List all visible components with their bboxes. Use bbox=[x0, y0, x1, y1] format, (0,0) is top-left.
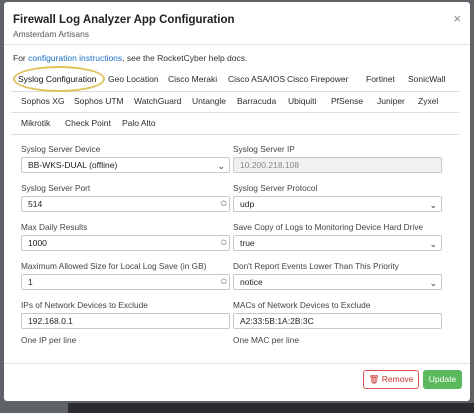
chevron-down-icon: ⌄ bbox=[217, 161, 225, 171]
tab-untangle[interactable]: Untangle bbox=[192, 96, 226, 106]
syslog-port-label: Syslog Server Port bbox=[21, 183, 91, 193]
tab-barracuda[interactable]: Barracuda bbox=[237, 96, 276, 106]
syslog-device-select[interactable]: BB-WKS-DUAL (offline) ⌄ bbox=[21, 157, 230, 173]
help-suffix: , see the RocketCyber help docs. bbox=[122, 53, 248, 63]
config-modal: Firewall Log Analyzer App Configuration … bbox=[4, 2, 470, 401]
tab-geo-location[interactable]: Geo Location bbox=[108, 74, 159, 84]
min-level-label: Don't Report Events Lower Than This Prio… bbox=[233, 261, 399, 271]
exclude-ips-value: 192.168.0.1 bbox=[28, 316, 73, 326]
syslog-port-value: 514 bbox=[28, 199, 43, 209]
exclude-ips-label: IPs of Network Devices to Exclude bbox=[21, 300, 148, 310]
modal-title: Firewall Log Analyzer App Configuration bbox=[13, 14, 235, 26]
tab-row-divider bbox=[11, 134, 459, 135]
tab-palo-alto[interactable]: Palo Alto bbox=[122, 118, 156, 128]
exclude-macs-textarea[interactable]: A2:33:5B:1A:2B:3C bbox=[233, 313, 442, 329]
tab-mikrotik[interactable]: Mikrotik bbox=[21, 118, 50, 128]
syslog-device-value: BB-WKS-DUAL (offline) bbox=[28, 160, 118, 170]
tab-cisco-meraki[interactable]: Cisco Meraki bbox=[168, 74, 217, 84]
spinner-icon[interactable]: ︿ ﹀ bbox=[221, 275, 228, 289]
exclude-macs-label: MACs of Network Devices to Exclude bbox=[233, 300, 371, 310]
min-level-value: notice bbox=[240, 277, 263, 287]
trash-icon: 🗑 bbox=[368, 374, 380, 384]
syslog-device-label: Syslog Server Device bbox=[21, 144, 101, 154]
close-icon[interactable]: × bbox=[453, 11, 461, 26]
chevron-down-icon: ⌄ bbox=[429, 200, 437, 210]
save-copy-select[interactable]: true ⌄ bbox=[233, 235, 442, 251]
syslog-ip-field[interactable]: 10.200.218.108 bbox=[233, 157, 442, 173]
tab-sophos-xg[interactable]: Sophos XG bbox=[21, 96, 64, 106]
tab-row-divider bbox=[11, 91, 459, 92]
max-size-input[interactable]: 1 ︿ ﹀ bbox=[21, 274, 230, 290]
tab-cisco-asa-ios[interactable]: Cisco ASA/IOS bbox=[228, 74, 285, 84]
syslog-protocol-value: udp bbox=[240, 199, 255, 209]
tab-cisco-firepower[interactable]: Cisco Firepower bbox=[287, 74, 348, 84]
tab-sonicwall[interactable]: SonicWall bbox=[408, 74, 445, 84]
max-daily-value: 1000 bbox=[28, 238, 47, 248]
spinner-icon[interactable]: ︿ ﹀ bbox=[221, 236, 228, 250]
save-copy-value: true bbox=[240, 238, 255, 248]
spin-down-icon[interactable]: ﹀ bbox=[221, 282, 228, 289]
remove-button[interactable]: 🗑 Remove bbox=[363, 370, 419, 389]
remove-label: Remove bbox=[381, 374, 414, 384]
save-copy-label: Save Copy of Logs to Monitoring Device H… bbox=[233, 222, 423, 232]
tab-pfsense[interactable]: PfSense bbox=[331, 96, 363, 106]
syslog-port-input[interactable]: 514 ︿ ﹀ bbox=[21, 196, 230, 212]
spin-up-icon[interactable]: ︿ bbox=[221, 275, 228, 282]
exclude-macs-hint: One MAC per line bbox=[233, 335, 299, 345]
spin-up-icon[interactable]: ︿ bbox=[221, 197, 228, 204]
max-size-label: Maximum Allowed Size for Local Log Save … bbox=[21, 261, 207, 271]
tab-watchguard[interactable]: WatchGuard bbox=[134, 96, 181, 106]
tab-syslog-configuration[interactable]: Syslog Configuration bbox=[18, 74, 96, 84]
tab-check-point[interactable]: Check Point bbox=[65, 118, 111, 128]
max-size-value: 1 bbox=[28, 277, 33, 287]
configuration-instructions-link[interactable]: configuration instructions bbox=[28, 53, 122, 63]
update-button[interactable]: Update bbox=[423, 370, 462, 389]
tab-row-divider bbox=[11, 112, 459, 113]
modal-header: Firewall Log Analyzer App Configuration … bbox=[4, 2, 470, 45]
taskbar bbox=[68, 403, 474, 413]
spin-down-icon[interactable]: ﹀ bbox=[221, 243, 228, 250]
tab-sophos-utm[interactable]: Sophos UTM bbox=[74, 96, 124, 106]
tab-fortinet[interactable]: Fortinet bbox=[366, 74, 395, 84]
exclude-macs-value: A2:33:5B:1A:2B:3C bbox=[240, 316, 314, 326]
chevron-down-icon: ⌄ bbox=[429, 239, 437, 249]
spinner-icon[interactable]: ︿ ﹀ bbox=[221, 197, 228, 211]
max-daily-label: Max Daily Results bbox=[21, 222, 88, 232]
exclude-ips-textarea[interactable]: 192.168.0.1 bbox=[21, 313, 230, 329]
chevron-down-icon: ⌄ bbox=[429, 278, 437, 288]
min-level-select[interactable]: notice ⌄ bbox=[233, 274, 442, 290]
spin-down-icon[interactable]: ﹀ bbox=[221, 204, 228, 211]
tab-juniper[interactable]: Juniper bbox=[377, 96, 405, 106]
syslog-ip-value: 10.200.218.108 bbox=[240, 160, 300, 170]
modal-subtitle: Amsterdam Artisans bbox=[13, 29, 90, 39]
syslog-ip-label: Syslog Server IP bbox=[233, 144, 295, 154]
help-text: For configuration instructions, see the … bbox=[13, 53, 247, 63]
syslog-protocol-select[interactable]: udp ⌄ bbox=[233, 196, 442, 212]
syslog-protocol-label: Syslog Server Protocol bbox=[233, 183, 318, 193]
spin-up-icon[interactable]: ︿ bbox=[221, 236, 228, 243]
tab-ubiquiti[interactable]: Ubiquiti bbox=[288, 96, 316, 106]
max-daily-input[interactable]: 1000 ︿ ﹀ bbox=[21, 235, 230, 251]
tab-zyxel[interactable]: Zyxel bbox=[418, 96, 438, 106]
footer-divider bbox=[4, 363, 470, 364]
exclude-ips-hint: One IP per line bbox=[21, 335, 77, 345]
help-prefix: For bbox=[13, 53, 29, 63]
